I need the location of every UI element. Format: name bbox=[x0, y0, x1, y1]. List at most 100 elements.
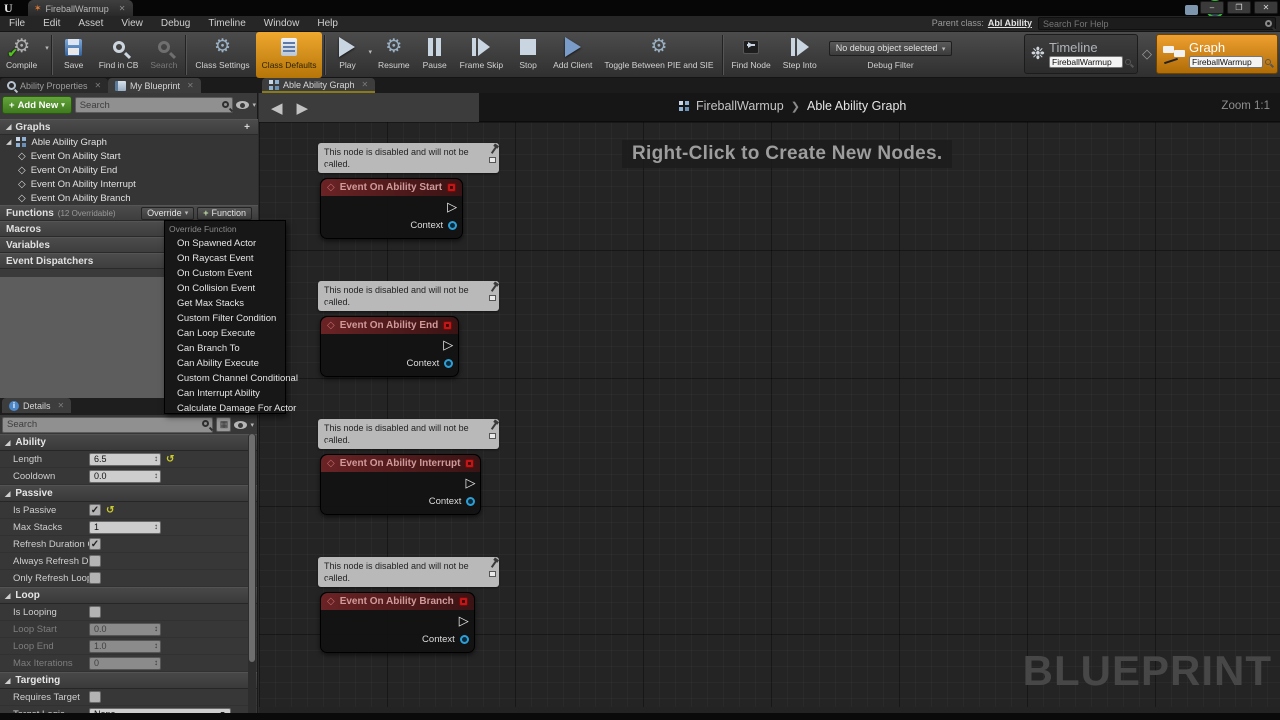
property-matrix-icon[interactable]: ▦ bbox=[216, 417, 231, 432]
node-event-on-ability-interrupt[interactable]: ◇Event On Ability Interrupt▷Context bbox=[320, 454, 481, 515]
graph-mode-button[interactable]: Graph bbox=[1156, 34, 1278, 74]
eye-filter-icon[interactable] bbox=[234, 421, 247, 429]
node-event-on-ability-end[interactable]: ◇Event On Ability End▷Context bbox=[320, 316, 459, 377]
exec-output-pin[interactable]: ▷ bbox=[459, 615, 469, 627]
parent-class-link[interactable]: Abl Ability bbox=[988, 18, 1032, 28]
context-output-pin[interactable] bbox=[448, 221, 457, 230]
pin-icon[interactable] bbox=[491, 422, 497, 430]
menu-item-window[interactable]: Window bbox=[255, 16, 309, 32]
window-app-tab[interactable]: ✶ FireballWarmup ✕ bbox=[28, 0, 133, 16]
override-menu-item-calculate-damage-for-actor[interactable]: Calculate Damage For Actor bbox=[165, 401, 285, 416]
spinner-icon[interactable]: ↕ bbox=[154, 522, 158, 531]
compile-button[interactable]: ⚙✔ Compile bbox=[0, 32, 43, 78]
menu-item-timeline[interactable]: Timeline bbox=[199, 16, 254, 32]
pin-icon[interactable] bbox=[491, 146, 497, 154]
filter-caret[interactable]: ▾ bbox=[252, 101, 256, 109]
menu-item-debug[interactable]: Debug bbox=[152, 16, 199, 32]
node-header[interactable]: ◇Event On Ability Branch bbox=[321, 593, 474, 610]
override-menu-item-can-ability-execute[interactable]: Can Ability Execute bbox=[165, 356, 285, 371]
refresh-duration-checkbox[interactable]: ✓ bbox=[89, 538, 101, 550]
tab-ability-properties[interactable]: Ability Properties✕ bbox=[0, 78, 108, 93]
pause-button[interactable]: Pause bbox=[416, 32, 454, 78]
menu-item-help[interactable]: Help bbox=[308, 16, 347, 32]
override-menu-item-get-max-stacks[interactable]: Get Max Stacks bbox=[165, 296, 285, 311]
find-node-button[interactable]: Find Node bbox=[726, 32, 777, 78]
max-iterations-input[interactable]: 0↕ bbox=[89, 657, 161, 670]
node-event-on-ability-branch[interactable]: ◇Event On Ability Branch▷Context bbox=[320, 592, 475, 653]
find-in-cb-button[interactable]: Find in CB bbox=[93, 32, 145, 78]
compile-dropdown-caret[interactable]: ▾ bbox=[45, 44, 49, 52]
blueprint-search-input[interactable] bbox=[75, 97, 234, 113]
node-header[interactable]: ◇Event On Ability Start bbox=[321, 179, 462, 196]
cooldown-input[interactable]: 0.0↕ bbox=[89, 470, 161, 483]
graphs-section-header[interactable]: ◢ Graphs + bbox=[0, 119, 258, 135]
close-icon[interactable]: ✕ bbox=[95, 81, 102, 90]
close-button[interactable]: ✕ bbox=[1254, 1, 1278, 14]
filter-caret[interactable]: ▾ bbox=[250, 421, 254, 429]
is-looping-checkbox[interactable] bbox=[89, 606, 101, 618]
details-scrollbar[interactable] bbox=[248, 434, 256, 718]
timeline-mode-button[interactable]: ❉ Timeline bbox=[1024, 34, 1138, 74]
graph-canvas[interactable]: Right-Click to Create New Nodes. BLUEPRI… bbox=[259, 122, 1280, 707]
tab-my-blueprint[interactable]: My Blueprint✕ bbox=[108, 78, 201, 93]
breadcrumb-root[interactable]: FireballWarmup bbox=[696, 99, 784, 113]
tree-item-event-on-ability-interrupt[interactable]: ◇Event On Ability Interrupt bbox=[0, 177, 258, 191]
add-graph-plus-icon[interactable]: + bbox=[244, 122, 250, 133]
max-stacks-input[interactable]: 1↕ bbox=[89, 521, 161, 534]
stop-button[interactable]: Stop bbox=[509, 32, 547, 78]
tab-details[interactable]: i Details✕ bbox=[2, 398, 71, 413]
exec-output-pin[interactable]: ▷ bbox=[465, 477, 475, 489]
graph-editor[interactable]: ◀ ▶ FireballWarmup ❯ Able Ability Graph … bbox=[259, 93, 1280, 713]
context-output-pin[interactable] bbox=[460, 635, 469, 644]
requires-target-checkbox[interactable] bbox=[89, 691, 101, 703]
override-menu-item-can-interrupt-ability[interactable]: Can Interrupt Ability bbox=[165, 386, 285, 401]
close-icon[interactable]: ✕ bbox=[362, 80, 369, 89]
tree-item-able-ability-graph[interactable]: ◢ Able Ability Graph bbox=[0, 135, 258, 149]
toggle-pie-sie-button[interactable]: ⚙ Toggle Between PIE and SIE bbox=[598, 32, 719, 78]
pin-icon[interactable] bbox=[491, 284, 497, 292]
close-icon[interactable]: ✕ bbox=[119, 4, 126, 13]
override-menu-item-on-raycast-event[interactable]: On Raycast Event bbox=[165, 251, 285, 266]
breadcrumb-current[interactable]: Able Ability Graph bbox=[807, 99, 906, 113]
loop-end-input[interactable]: 1.0↕ bbox=[89, 640, 161, 653]
override-dropdown-button[interactable]: Override▾ bbox=[141, 207, 194, 220]
play-button[interactable]: Play bbox=[328, 32, 366, 78]
restore-button[interactable]: ❐ bbox=[1227, 1, 1251, 14]
minimize-button[interactable]: – bbox=[1200, 1, 1224, 14]
override-menu-item-on-custom-event[interactable]: On Custom Event bbox=[165, 266, 285, 281]
menu-item-asset[interactable]: Asset bbox=[69, 16, 112, 32]
tree-item-event-on-ability-end[interactable]: ◇Event On Ability End bbox=[0, 163, 258, 177]
override-menu-item-on-collision-event[interactable]: On Collision Event bbox=[165, 281, 285, 296]
length-input[interactable]: 6.5↕ bbox=[89, 453, 161, 466]
menu-item-edit[interactable]: Edit bbox=[34, 16, 69, 32]
tab-able-ability-graph[interactable]: Able Ability Graph✕ bbox=[262, 78, 375, 93]
override-menu-item-on-spawned-actor[interactable]: On Spawned Actor bbox=[165, 236, 285, 251]
search-button[interactable]: Search bbox=[144, 32, 183, 78]
exec-output-pin[interactable]: ▷ bbox=[443, 339, 453, 351]
override-menu-item-custom-filter-condition[interactable]: Custom Filter Condition bbox=[165, 311, 285, 326]
revert-icon[interactable]: ↺ bbox=[166, 454, 174, 465]
pin-icon[interactable] bbox=[491, 560, 497, 568]
ability-section-header[interactable]: ◢Ability bbox=[0, 434, 257, 451]
graph-search-input[interactable] bbox=[1189, 56, 1263, 68]
targeting-section-header[interactable]: ◢Targeting bbox=[0, 672, 257, 689]
context-output-pin[interactable] bbox=[466, 497, 475, 506]
tree-item-event-on-ability-branch[interactable]: ◇Event On Ability Branch bbox=[0, 191, 258, 205]
always-refresh-checkbox[interactable] bbox=[89, 555, 101, 567]
class-settings-button[interactable]: ⚙ Class Settings bbox=[189, 32, 255, 78]
back-arrow-icon[interactable]: ◀ bbox=[271, 99, 283, 117]
functions-section-header[interactable]: Functions (12 Overridable) Override▾ +Fu… bbox=[0, 205, 258, 221]
frame-skip-button[interactable]: Frame Skip bbox=[454, 32, 509, 78]
override-menu-item-can-branch-to[interactable]: Can Branch To bbox=[165, 341, 285, 356]
save-button[interactable]: Save bbox=[55, 32, 93, 78]
spinner-icon[interactable]: ↕ bbox=[154, 471, 158, 480]
is-passive-checkbox[interactable]: ✓ bbox=[89, 504, 101, 516]
node-header[interactable]: ◇Event On Ability Interrupt bbox=[321, 455, 480, 472]
revert-icon[interactable]: ↺ bbox=[106, 505, 114, 516]
timeline-search-input[interactable] bbox=[1049, 56, 1123, 68]
menu-item-view[interactable]: View bbox=[112, 16, 152, 32]
menu-item-file[interactable]: File bbox=[0, 16, 34, 32]
node-event-on-ability-start[interactable]: ◇Event On Ability Start▷Context bbox=[320, 178, 463, 239]
details-search-input[interactable] bbox=[2, 417, 213, 433]
passive-section-header[interactable]: ◢Passive bbox=[0, 485, 257, 502]
